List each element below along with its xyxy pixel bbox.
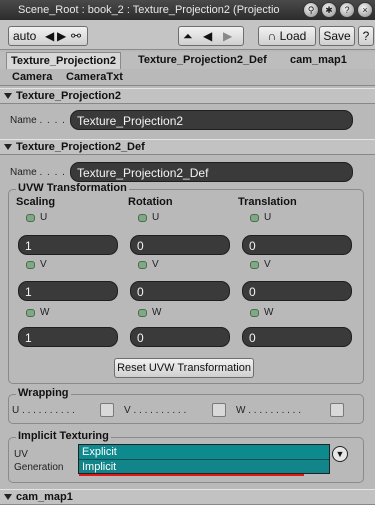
translation-v-led-icon[interactable] — [250, 261, 259, 269]
option-implicit[interactable]: Implicit — [79, 459, 329, 473]
scaling-v-input[interactable]: 1 — [18, 281, 118, 301]
dropdown-arrow-icon[interactable]: ▼ — [332, 446, 348, 462]
section-title: Texture_Projection2 — [16, 90, 121, 102]
load-label: Load — [279, 29, 307, 43]
tab-cameratxt[interactable]: CameraTxt — [62, 69, 127, 86]
rotation-v-input[interactable]: 0 — [130, 281, 230, 301]
generation-label: Generation — [14, 462, 64, 473]
close-icon[interactable]: × — [357, 2, 373, 18]
load-button[interactable]: ∩ Load — [258, 26, 316, 46]
u-label: U — [264, 212, 272, 223]
w-label: W — [40, 307, 50, 318]
title-icons: ⚲ ✱ ? × — [303, 2, 373, 18]
rotation-header: Rotation — [128, 196, 173, 208]
subtab-bar: Camera CameraTxt — [0, 69, 375, 86]
help-button[interactable]: ? — [358, 26, 374, 46]
uv-label: UV — [14, 449, 28, 460]
window-title-bar: Scene_Root : book_2 : Texture_Projection… — [0, 0, 375, 20]
collapse-triangle-icon — [4, 494, 12, 500]
def-name-input[interactable]: Texture_Projection2_Def — [70, 162, 353, 182]
wrap-u-checkbox[interactable] — [100, 403, 114, 417]
section-texture-projection2-def[interactable]: Texture_Projection2_Def — [0, 139, 375, 155]
scaling-v-led-icon[interactable] — [26, 261, 35, 269]
save-button[interactable]: Save — [319, 26, 355, 46]
wrap-u-label: U . . . . . . . . . . — [12, 405, 75, 416]
collapse-triangle-icon — [4, 144, 12, 150]
v-label: V — [40, 259, 47, 270]
tab-bar: Texture_Projection2 Texture_Projection2_… — [0, 52, 375, 69]
lock-icon[interactable]: ⚲ — [303, 2, 319, 18]
rotation-w-led-icon[interactable] — [138, 309, 147, 317]
up-arrow-icon[interactable]: ⏶ — [183, 27, 193, 45]
rotation-w-input[interactable]: 0 — [130, 327, 230, 347]
wrap-v-label: V . . . . . . . . . . — [124, 405, 187, 416]
w-label: W — [264, 307, 274, 318]
reset-uvw-button[interactable]: Reset UVW Transformation — [114, 358, 254, 378]
scaling-header: Scaling — [16, 196, 56, 208]
help-label: ? — [362, 29, 370, 43]
magnet-icon: ∩ — [267, 29, 277, 43]
wrap-w-checkbox[interactable] — [330, 403, 344, 417]
rotation-u-led-icon[interactable] — [138, 214, 147, 222]
translation-header: Translation — [238, 196, 297, 208]
wrap-w-label: W . . . . . . . . . . — [236, 405, 302, 416]
window-title: Scene_Root : book_2 : Texture_Projection… — [18, 4, 280, 16]
help-icon[interactable]: ? — [339, 2, 355, 18]
scaling-u-led-icon[interactable] — [26, 214, 35, 222]
section-texture-projection2[interactable]: Texture_Projection2 — [0, 88, 375, 104]
name-input[interactable]: Texture_Projection2 — [70, 110, 353, 130]
name-label-text: Name — [10, 115, 37, 126]
translation-w-input[interactable]: 0 — [242, 327, 352, 347]
tab-camera[interactable]: Camera — [8, 69, 56, 86]
w-label: W — [152, 307, 162, 318]
tab-cam-map1[interactable]: cam_map1 — [286, 52, 351, 69]
implicit-title: Implicit Texturing — [16, 430, 111, 443]
translation-u-led-icon[interactable] — [250, 214, 259, 222]
gear-icon[interactable]: ✱ — [321, 2, 337, 18]
name-label: Name . . . . . — [10, 115, 74, 126]
left-arrow-icon[interactable]: ◀ — [203, 27, 212, 45]
tab-texture-projection2-def[interactable]: Texture_Projection2_Def — [134, 52, 271, 69]
next-arrow-icon[interactable]: ▶ — [57, 27, 66, 45]
auto-selector[interactable]: auto ◀ ▶ ⚯ — [8, 26, 88, 46]
scaling-u-input[interactable]: 1 — [18, 235, 118, 255]
navigation-arrows: ⏶ ◀ ▶ — [178, 26, 244, 46]
option-explicit[interactable]: Explicit — [79, 445, 329, 459]
collapse-triangle-icon — [4, 93, 12, 99]
uv-generation-dropdown-list: Explicit Implicit — [78, 444, 330, 474]
wrap-v-text: V — [124, 405, 131, 416]
u-label: U — [152, 212, 160, 223]
toolbar: auto ◀ ▶ ⚯ ⏶ ◀ ▶ ∩ Load Save ? — [0, 20, 375, 50]
section-title: cam_map1 — [16, 491, 73, 503]
scaling-w-led-icon[interactable] — [26, 309, 35, 317]
save-label: Save — [323, 29, 351, 43]
prev-arrow-icon[interactable]: ◀ — [45, 27, 54, 45]
wrap-v-checkbox[interactable] — [212, 403, 226, 417]
rotation-v-led-icon[interactable] — [138, 261, 147, 269]
v-label: V — [264, 259, 271, 270]
translation-v-input[interactable]: 0 — [242, 281, 352, 301]
name-label-text: Name — [10, 167, 37, 178]
v-label: V — [152, 259, 159, 270]
tab-texture-projection2[interactable]: Texture_Projection2 — [6, 52, 121, 69]
scaling-w-input[interactable]: 1 — [18, 327, 118, 347]
red-underline — [79, 474, 304, 476]
wrapping-title: Wrapping — [16, 387, 71, 400]
link-icon[interactable]: ⚯ — [71, 27, 81, 45]
section-title: Texture_Projection2_Def — [16, 141, 145, 153]
auto-label: auto — [13, 29, 37, 43]
rotation-u-input[interactable]: 0 — [130, 235, 230, 255]
uvw-group-title: UVW Transformation — [16, 182, 129, 195]
translation-u-input[interactable]: 0 — [242, 235, 352, 255]
name-label: Name . . . . . — [10, 167, 74, 178]
u-label: U — [40, 212, 48, 223]
translation-w-led-icon[interactable] — [250, 309, 259, 317]
right-arrow-icon[interactable]: ▶ — [223, 27, 232, 45]
